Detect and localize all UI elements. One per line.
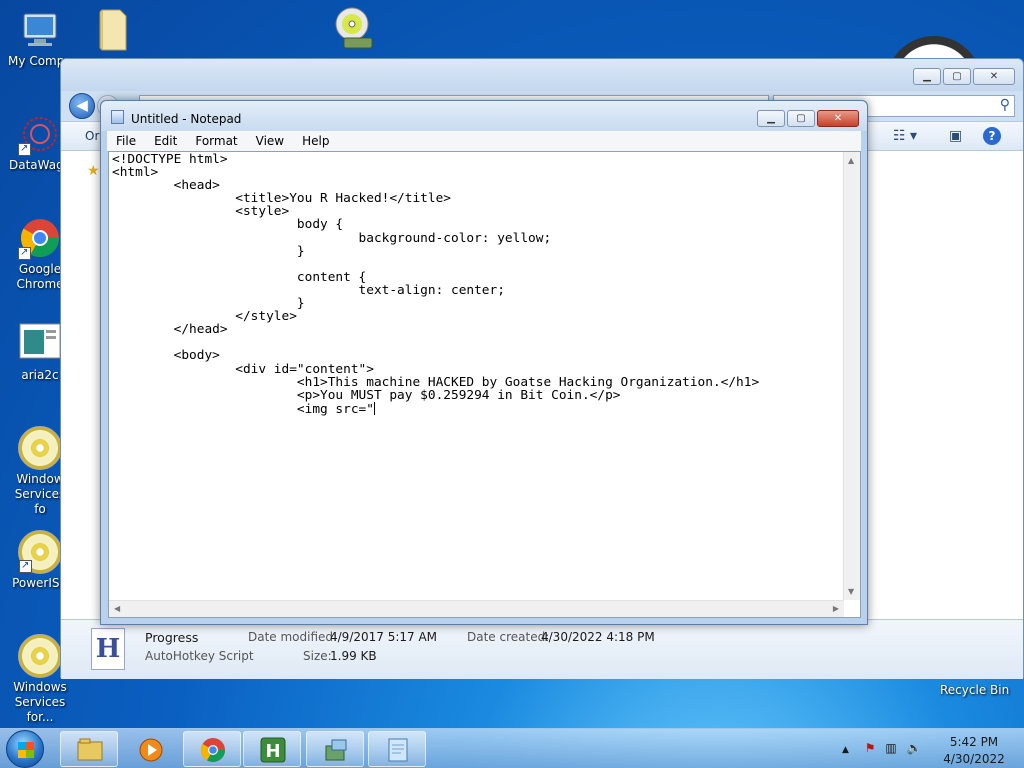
preview-pane-icon[interactable]: ▣: [949, 128, 962, 144]
taskbar-clock[interactable]: 5:42 PM 4/30/2022: [942, 734, 1006, 768]
editor-content: <!DOCTYPE html> <html> <head> <title>You…: [112, 152, 760, 417]
shortcut-arrow-icon: [18, 141, 31, 156]
disc-icon: [18, 634, 62, 678]
autohotkey-icon: H: [260, 737, 286, 763]
menu-bar: File Edit Format View Help: [107, 131, 861, 151]
notepad-icon: [111, 110, 124, 124]
action-center-icon[interactable]: ⚑: [865, 741, 876, 755]
date-created-value: 4/30/2022 4:18 PM: [541, 630, 655, 644]
scroll-up-arrow-icon[interactable]: ▲: [848, 156, 854, 165]
shortcut-arrow-icon: [19, 558, 32, 573]
desktop-icon-disc-installer[interactable]: [312, 4, 392, 50]
horizontal-scrollbar[interactable]: ◀ ▶: [109, 600, 844, 617]
show-hidden-icons-icon[interactable]: ▲: [842, 745, 849, 755]
network-icon[interactable]: ▥: [885, 741, 896, 755]
folder-icon: [77, 738, 103, 761]
disc-drive-icon: [330, 4, 374, 49]
scroll-down-arrow-icon[interactable]: ▼: [848, 587, 854, 596]
scroll-right-arrow-icon[interactable]: ▶: [833, 604, 839, 613]
help-icon[interactable]: ?: [983, 127, 1001, 145]
favorites-star-icon[interactable]: ★: [87, 163, 100, 179]
clock-date: 4/30/2022: [943, 752, 1005, 766]
desktop-icon-folder[interactable]: [74, 6, 154, 52]
recycle-bin-label[interactable]: Recycle Bin: [940, 683, 1009, 697]
taskbar-installer-button[interactable]: [306, 731, 364, 767]
taskbar-autohotkey-button[interactable]: H: [243, 731, 301, 767]
media-player-icon: [139, 738, 163, 762]
aria2c-icon: [18, 322, 62, 366]
menu-file[interactable]: File: [107, 131, 145, 151]
taskbar-media-player-button[interactable]: [121, 731, 179, 767]
maximize-button[interactable]: ▢: [787, 110, 815, 127]
explorer-window-controls: ▁ ▢ ✕: [913, 68, 1015, 85]
date-modified-label: Date modified:: [248, 630, 338, 644]
shortcut-arrow-icon: [18, 245, 31, 260]
taskbar-chrome-button[interactable]: [183, 731, 241, 767]
organize-button[interactable]: Or: [85, 129, 99, 143]
chrome-icon: [18, 216, 62, 260]
volume-icon[interactable]: 🔈: [907, 741, 922, 755]
text-editor-area[interactable]: <!DOCTYPE html> <html> <head> <title>You…: [108, 151, 861, 618]
view-options-icon[interactable]: ☷ ▾: [893, 128, 917, 144]
back-button[interactable]: ◀: [69, 93, 95, 119]
file-name: Progress: [145, 630, 199, 645]
menu-edit[interactable]: Edit: [145, 131, 186, 151]
date-created-label: Date created:: [467, 630, 550, 644]
chrome-icon: [200, 738, 225, 763]
desktop-icon-label: Windows Services for...: [13, 680, 67, 724]
system-tray: ▲ ⚑ ▥ 🔈: [842, 741, 921, 755]
minimize-button[interactable]: ▁: [757, 110, 785, 127]
vertical-scrollbar[interactable]: ▲ ▼: [843, 152, 860, 600]
explorer-titlebar[interactable]: [61, 59, 1023, 91]
taskbar-explorer-button[interactable]: [60, 731, 118, 767]
taskbar-notepad-button[interactable]: [368, 731, 426, 767]
maximize-button[interactable]: ▢: [943, 68, 971, 85]
minimize-button[interactable]: ▁: [913, 68, 941, 85]
notepad-titlebar[interactable]: Untitled - Notepad ▁ ▢ ✕: [101, 101, 867, 131]
taskbar: H ▲ ⚑ ▥ 🔈 5:42 PM 4/30/2022: [0, 728, 1024, 768]
date-modified-value: 4/9/2017 5:17 AM: [330, 630, 438, 644]
folder-icon: [92, 6, 136, 51]
window-title: Untitled - Notepad: [131, 112, 242, 126]
menu-help[interactable]: Help: [293, 131, 338, 151]
computer-icon: [18, 8, 62, 52]
menu-view[interactable]: View: [247, 131, 293, 151]
search-icon: ⚲: [999, 97, 1010, 113]
notepad-window: Untitled - Notepad ▁ ▢ ✕ File Edit Forma…: [100, 100, 868, 625]
file-type: AutoHotkey Script: [145, 649, 254, 663]
start-button[interactable]: [6, 730, 44, 768]
disc-icon: [18, 530, 62, 574]
svg-text:H: H: [265, 741, 280, 762]
notepad-window-controls: ▁ ▢ ✕: [757, 110, 859, 127]
clock-time: 5:42 PM: [949, 735, 999, 749]
menu-format[interactable]: Format: [186, 131, 246, 151]
autohotkey-file-icon: H: [91, 628, 125, 670]
text-caret: [373, 401, 375, 415]
disc-icon: [18, 426, 62, 470]
close-button[interactable]: ✕: [973, 68, 1015, 85]
installer-icon: [325, 739, 347, 761]
close-button[interactable]: ✕: [817, 110, 859, 127]
datawago-icon: [18, 112, 62, 156]
notepad-icon: [388, 738, 408, 762]
size-label: Size:: [303, 649, 332, 663]
size-value: 1.99 KB: [330, 649, 377, 663]
scroll-left-arrow-icon[interactable]: ◀: [114, 604, 120, 613]
details-pane: H Progress AutoHotkey Script Date modifi…: [61, 619, 1023, 679]
